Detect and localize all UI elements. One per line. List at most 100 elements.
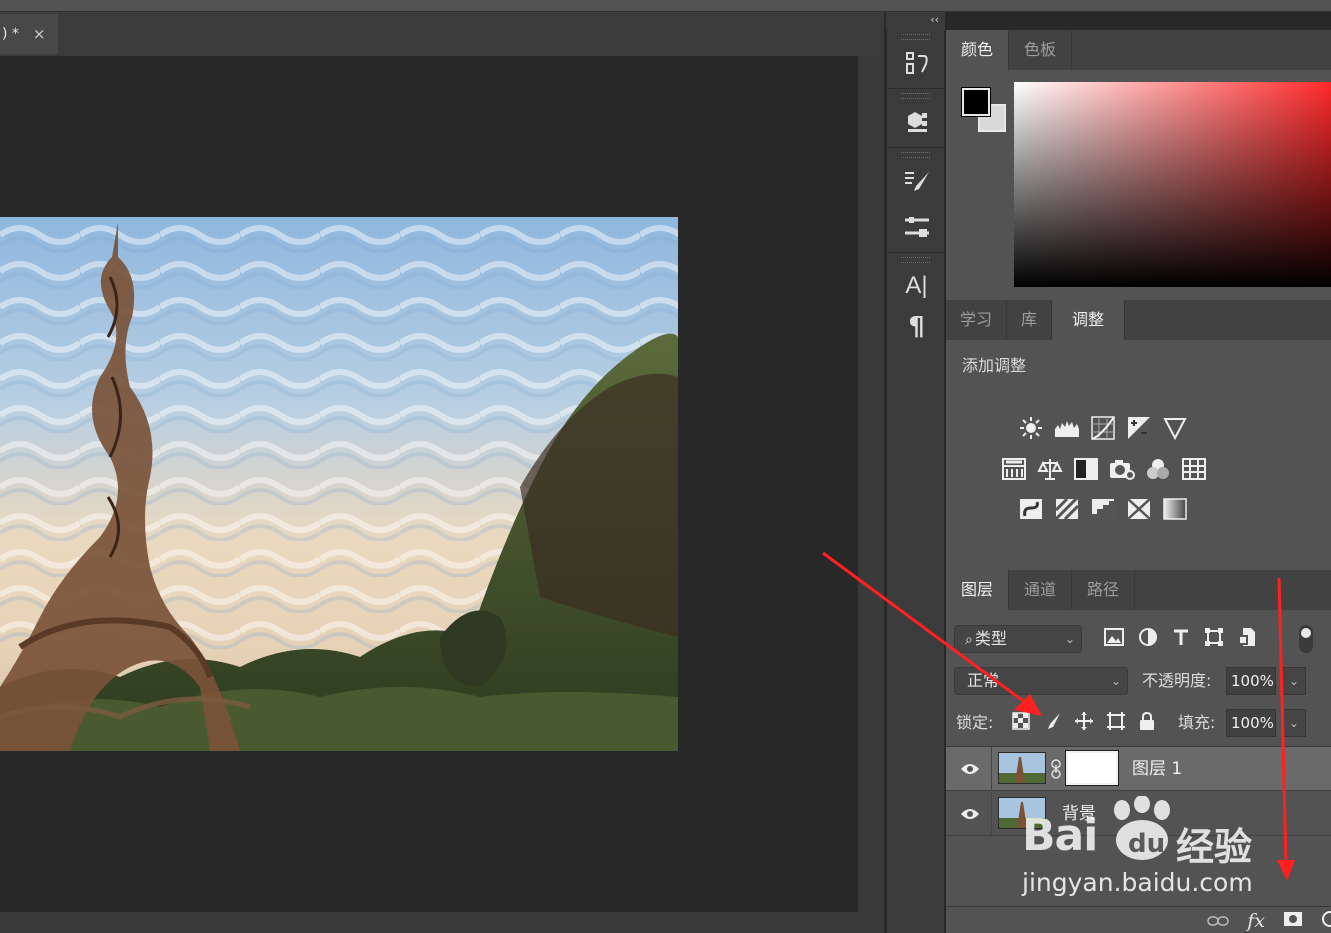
lock-artboard-icon[interactable] — [1106, 711, 1126, 735]
eiffel-tower-twirl-image — [0, 217, 678, 751]
fill-label: 填充: — [1178, 713, 1216, 732]
color-lookup-icon[interactable] — [1181, 456, 1207, 482]
watermark-url: jingyan.baidu.com — [1022, 868, 1253, 897]
link-layers-icon[interactable] — [1207, 912, 1229, 931]
layer-filter-value: 类型 — [974, 629, 1007, 648]
color-panel-tabs: 颜色 色板 — [946, 30, 1331, 70]
gradient-map-icon[interactable] — [1162, 496, 1188, 522]
tab-adjustments[interactable]: 调整 — [1052, 300, 1126, 340]
threshold-icon[interactable] — [1090, 496, 1116, 522]
lock-pixels-icon[interactable] — [1042, 711, 1062, 735]
adjustments-panel-tabs: 学习 库 调整 — [946, 300, 1331, 340]
document-image[interactable] — [0, 217, 678, 751]
paragraph-icon[interactable]: ¶ — [887, 309, 946, 345]
blend-mode-select[interactable]: 正常 ⌄ — [954, 667, 1128, 695]
layers-footer-icons: fx — [1207, 910, 1331, 932]
layer-row[interactable]: 图层 1 — [946, 747, 1331, 791]
color-balance-icon[interactable] — [1037, 456, 1063, 482]
tab-swatches[interactable]: 色板 — [1009, 30, 1073, 70]
lock-transparency-icon[interactable] — [1012, 712, 1030, 734]
top-strip — [0, 0, 1331, 12]
character-icon[interactable]: A| — [887, 263, 946, 309]
add-adjustment-label: 添加调整 — [962, 356, 1027, 375]
adjustment-layer-filter-icon[interactable] — [1138, 627, 1158, 651]
visibility-eye-icon[interactable] — [960, 761, 980, 777]
tab-color[interactable]: 颜色 — [946, 30, 1010, 70]
adjustment-row-3 — [1018, 496, 1188, 522]
visibility-eye-icon[interactable] — [960, 806, 980, 822]
layers-panel-tabs: 图层 通道 路径 — [946, 570, 1331, 610]
invert-icon[interactable] — [1018, 496, 1044, 522]
tool-presets-icon[interactable] — [887, 204, 946, 250]
hue-saturation-icon[interactable] — [1001, 456, 1027, 482]
baidu-paw-icon: du — [1114, 796, 1170, 860]
lock-position-icon[interactable] — [1074, 711, 1094, 735]
chevron-down-icon: ⌄ — [1110, 674, 1121, 688]
fill-dropdown-button[interactable]: ⌄ — [1282, 709, 1306, 737]
fill-input[interactable]: 100% — [1226, 709, 1276, 737]
tab-learn[interactable]: 学习 — [946, 300, 1008, 340]
layer-mask-thumbnail[interactable] — [1066, 751, 1118, 785]
adjustment-row-2 — [1001, 456, 1207, 482]
watermark-brand-latin: Bai — [1022, 810, 1098, 861]
selective-color-icon[interactable] — [1126, 496, 1152, 522]
chevron-down-icon: ⌄ — [1064, 632, 1075, 646]
layer-filter-row: ⌕ 类型 ⌄ — [954, 625, 1331, 655]
foreground-color-swatch[interactable] — [962, 88, 990, 116]
search-icon: ⌕ — [965, 632, 973, 648]
pixel-layer-filter-icon[interactable] — [1104, 628, 1124, 650]
layer-effects-button[interactable]: fx — [1247, 910, 1265, 932]
posterize-icon[interactable] — [1054, 496, 1080, 522]
vibrance-icon[interactable] — [1162, 415, 1188, 441]
collapse-panels-button[interactable]: ‹‹ — [886, 12, 945, 30]
baidu-jingyan-watermark: Bai du 经验 jingyan.baidu.com — [1022, 792, 1282, 912]
black-white-icon[interactable] — [1073, 456, 1099, 482]
canvas-horizontal-scrollbar[interactable] — [0, 912, 884, 933]
new-adjustment-layer-icon[interactable] — [1321, 910, 1331, 932]
opacity-dropdown-button[interactable]: ⌄ — [1282, 667, 1306, 695]
layer-thumbnail — [998, 752, 1046, 784]
opacity-label: 不透明度: — [1142, 671, 1212, 690]
type-layer-filter-icon[interactable] — [1172, 628, 1190, 650]
paragraph-glyph: ¶ — [908, 312, 925, 342]
layer-name: 图层 1 — [1132, 759, 1183, 779]
filter-toggle-switch[interactable] — [1299, 625, 1313, 653]
lock-label: 锁定: — [956, 713, 994, 732]
blend-row: 正常 ⌄ 不透明度: 100% ⌄ — [954, 667, 1331, 697]
shape-layer-filter-icon[interactable] — [1204, 627, 1224, 651]
history-icon[interactable] — [887, 40, 946, 86]
photo-filter-icon[interactable] — [1109, 456, 1135, 482]
tab-paths[interactable]: 路径 — [1072, 570, 1136, 610]
curves-icon[interactable] — [1090, 415, 1116, 441]
tab-layers[interactable]: 图层 — [946, 570, 1010, 610]
document-tab[interactable]: ) * × — [0, 14, 58, 54]
close-icon[interactable]: × — [33, 25, 46, 43]
tab-libraries[interactable]: 库 — [1007, 300, 1053, 340]
brush-presets-icon[interactable] — [887, 158, 946, 204]
lock-all-icon[interactable] — [1138, 711, 1156, 735]
add-mask-icon[interactable] — [1283, 911, 1303, 931]
watermark-brand-paw: du — [1128, 829, 1165, 859]
mask-link-icon[interactable] — [1050, 759, 1062, 779]
watermark-brand-cn: 经验 — [1176, 825, 1253, 869]
character-glyph: A| — [905, 272, 928, 299]
color-panel: 颜色 色板 — [946, 30, 1331, 298]
adjustments-panel: 学习 库 调整 添加调整 — [946, 300, 1331, 568]
tab-channels[interactable]: 通道 — [1009, 570, 1073, 610]
filter-type-icons — [1104, 625, 1256, 653]
3d-icon[interactable] — [887, 99, 946, 145]
panel-icon-strip: A| ¶ — [886, 30, 945, 933]
lock-icons — [1012, 709, 1156, 737]
levels-icon[interactable] — [1054, 415, 1080, 441]
canvas-vertical-scrollbar[interactable] — [858, 56, 884, 912]
layer-filter-select[interactable]: ⌕ 类型 ⌄ — [954, 625, 1082, 653]
brightness-contrast-icon[interactable] — [1018, 415, 1044, 441]
opacity-input[interactable]: 100% — [1226, 667, 1276, 695]
channel-mixer-icon[interactable] — [1145, 456, 1171, 482]
lock-row: 锁定: 填充: 100% ⌄ — [954, 709, 1331, 739]
blend-mode-value: 正常 — [967, 671, 1000, 690]
smart-object-filter-icon[interactable] — [1238, 627, 1256, 651]
color-picker-field[interactable] — [1014, 82, 1331, 287]
exposure-icon[interactable] — [1126, 415, 1152, 441]
document-tab-title: ) * — [2, 26, 19, 42]
